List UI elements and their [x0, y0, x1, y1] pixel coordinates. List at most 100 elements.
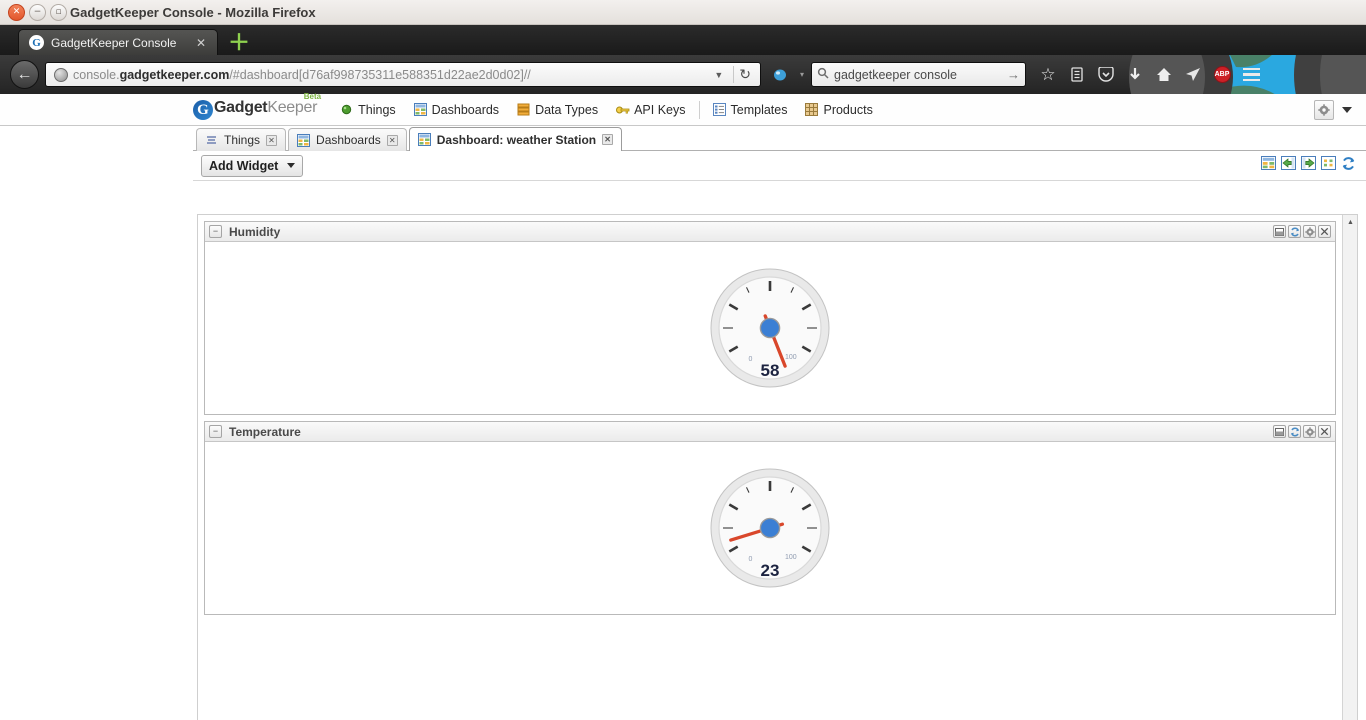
nav-label: Dashboards [431, 102, 500, 117]
browser-tab-close-icon[interactable]: ✕ [191, 36, 211, 50]
reload-icon[interactable]: ↻ [733, 66, 756, 83]
new-tab-button[interactable]: ＋ [228, 32, 250, 54]
search-bar[interactable]: gadgetkeeper console → [811, 62, 1026, 87]
widget-body: 0 100 23 [205, 442, 1335, 614]
adblock-plus-icon[interactable]: ABP [1209, 62, 1235, 88]
logo-text: GadgetKeeper [214, 99, 317, 117]
list-icon [205, 134, 218, 147]
app-tab-close-icon[interactable]: ✕ [386, 134, 398, 146]
adblock-label: ABP [1213, 66, 1231, 83]
refresh-icon[interactable] [1288, 225, 1301, 238]
gauge-max-label: 100 [785, 554, 797, 561]
settings-dropdown-icon[interactable] [1342, 106, 1352, 113]
window-close-button[interactable]: ✕ [8, 3, 25, 21]
back-arrow-icon: ← [16, 65, 33, 83]
logo-text-light: Keeper [267, 99, 318, 116]
nav-label: Templates [730, 102, 788, 117]
key-icon [616, 103, 630, 116]
url-prefix: console. [73, 67, 120, 82]
logo-text-bold: Gadget [214, 99, 268, 116]
nav-item-templates[interactable]: Templates [704, 94, 797, 125]
refresh-icon[interactable] [1288, 425, 1301, 438]
share-icon[interactable] [1180, 62, 1206, 88]
gauge-hub [759, 517, 781, 539]
back-button[interactable]: ← [10, 60, 39, 89]
app-logo[interactable]: G GadgetKeeper Beta [193, 92, 321, 120]
pocket-icon[interactable] [1093, 62, 1119, 88]
collapse-left-icon[interactable] [1301, 156, 1316, 175]
settings-gear-button[interactable] [1314, 99, 1334, 120]
menu-hamburger-icon[interactable] [1238, 62, 1264, 88]
browser-navbar: ← console.gadgetkeeper.com/#dashboard[d7… [0, 55, 1366, 94]
nav-label: Products [823, 102, 873, 117]
app-tabbar: Things ✕ Dashboards ✕ Dashboard: weather… [193, 126, 1366, 151]
widget-collapse-button[interactable]: − [209, 225, 222, 238]
app-tab-things[interactable]: Things ✕ [196, 128, 287, 151]
widget-header: − Humidity [205, 222, 1335, 242]
browser-toolbar-icons: ▾ gadgetkeeper console → ☆ ABP [767, 62, 1264, 88]
app-tab-dashboards[interactable]: Dashboards ✕ [288, 128, 407, 151]
search-input[interactable]: gadgetkeeper console [834, 68, 1002, 82]
widget-title: Temperature [229, 424, 301, 439]
reading-list-icon[interactable] [1064, 62, 1090, 88]
gear-icon[interactable] [1303, 225, 1316, 238]
url-bar[interactable]: console.gadgetkeeper.com/#dashboard[d76a… [45, 62, 761, 87]
bookmark-star-icon[interactable]: ☆ [1035, 62, 1061, 88]
gauge-hub [759, 317, 781, 339]
app-tab-label: Dashboard: weather Station [436, 132, 597, 147]
chevron-down-icon [287, 163, 296, 168]
app-tab-close-icon[interactable]: ✕ [602, 134, 614, 145]
search-go-icon[interactable]: → [1007, 67, 1020, 82]
dashboard-vertical-scrollbar[interactable]: ▲ ▼ [1342, 215, 1357, 720]
close-icon[interactable] [1318, 225, 1331, 238]
restore-icon[interactable] [1273, 425, 1286, 438]
nav-separator [698, 100, 700, 119]
url-path: /#dashboard[d76af998735311e588351d22ae2d… [229, 67, 531, 82]
nav-item-products[interactable]: Products [796, 94, 881, 125]
window-minimize-button[interactable]: − [29, 3, 46, 21]
app-tab-dashboard-weather-station[interactable]: Dashboard: weather Station ✕ [408, 127, 623, 151]
add-widget-label: Add Widget [209, 158, 279, 173]
dashboard-grid-icon [417, 133, 431, 146]
gauge-min-label: 0 [749, 356, 753, 363]
widget-collapse-button[interactable]: − [209, 425, 222, 438]
beta-badge: Beta [303, 92, 322, 101]
close-icon[interactable] [1318, 425, 1331, 438]
url-dropdown-icon[interactable]: ▼ [709, 70, 728, 80]
add-widget-button[interactable]: Add Widget [201, 154, 304, 177]
maximize-icon: ▫ [55, 6, 62, 17]
expand-right-icon[interactable] [1281, 156, 1296, 175]
widget-title: Humidity [229, 224, 281, 239]
downloads-icon[interactable] [1122, 62, 1148, 88]
sync-icon[interactable] [767, 62, 793, 88]
nav-item-data-types[interactable]: Data Types [508, 94, 607, 125]
search-icon [817, 67, 829, 82]
widget-humidity: − Humidity 0 100 58 [204, 221, 1336, 415]
sync-dropdown-icon[interactable]: ▾ [796, 62, 808, 88]
scroll-up-arrow[interactable]: ▲ [1343, 215, 1358, 230]
window-maximize-button[interactable]: ▫ [50, 3, 67, 21]
favicon-icon: G [29, 35, 44, 50]
gauge-value: 23 [761, 561, 780, 580]
workarea: Things ✕ Dashboards ✕ Dashboard: weather… [193, 126, 1366, 720]
nav-item-api-keys[interactable]: API Keys [607, 94, 694, 125]
browser-tab[interactable]: G GadgetKeeper Console ✕ [18, 29, 218, 55]
gear-icon[interactable] [1303, 425, 1316, 438]
url-text: console.gadgetkeeper.com/#dashboard[d76a… [73, 68, 704, 82]
restore-icon[interactable] [1273, 225, 1286, 238]
dashboard-grid-icon [413, 103, 427, 116]
widget-controls [1273, 225, 1331, 238]
refresh-icon[interactable] [1341, 156, 1356, 176]
nav-item-dashboards[interactable]: Dashboards [405, 94, 508, 125]
app-content: G GadgetKeeper Beta Things Dashboards Da… [0, 92, 1366, 720]
gauge-max-label: 100 [785, 354, 797, 361]
widget-header: − Temperature [205, 422, 1335, 442]
dashboard-toolbar: Add Widget [193, 151, 1366, 181]
nav-label: Data Types [535, 102, 599, 117]
app-tab-close-icon[interactable]: ✕ [266, 134, 278, 146]
layout-grid-icon[interactable] [1261, 156, 1276, 175]
nav-item-things[interactable]: Things [331, 94, 405, 125]
home-icon[interactable] [1151, 62, 1177, 88]
app-tab-label: Dashboards [316, 133, 381, 147]
compact-grid-icon[interactable] [1321, 156, 1336, 175]
